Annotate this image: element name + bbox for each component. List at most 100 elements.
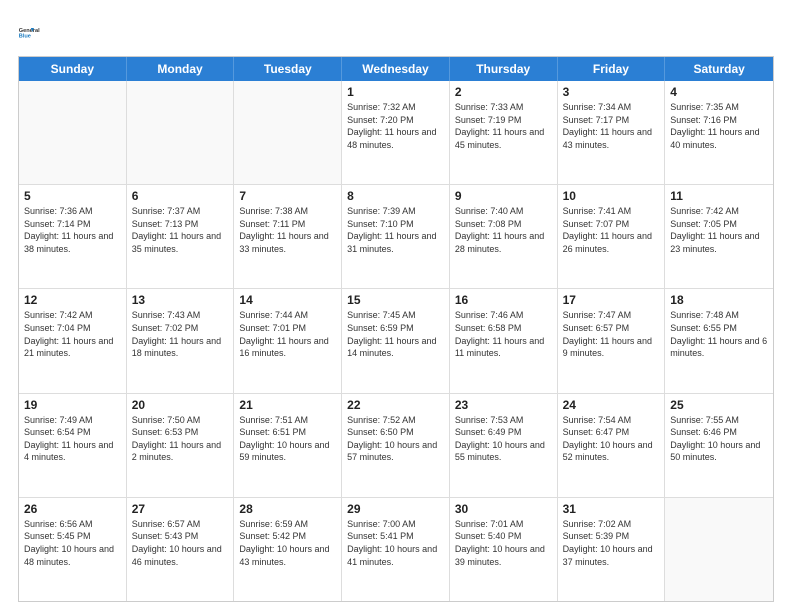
weekday-header-thursday: Thursday [450,57,558,81]
calendar-row-0: 1 Sunrise: 7:32 AM Sunset: 7:20 PM Daylig… [19,81,773,184]
day-number: 15 [347,293,444,307]
day-number: 7 [239,189,336,203]
day-cell-24: 24 Sunrise: 7:54 AM Sunset: 6:47 PM Dayli… [558,394,666,497]
weekday-header-wednesday: Wednesday [342,57,450,81]
logo-icon: General Blue [18,18,46,46]
day-number: 14 [239,293,336,307]
page: General Blue SundayMondayTuesdayWednesda… [0,0,792,612]
day-cell-25: 25 Sunrise: 7:55 AM Sunset: 6:46 PM Dayli… [665,394,773,497]
day-number: 18 [670,293,768,307]
day-info: Sunrise: 7:39 AM Sunset: 7:10 PM Dayligh… [347,205,444,255]
day-cell-1: 1 Sunrise: 7:32 AM Sunset: 7:20 PM Daylig… [342,81,450,184]
day-info: Sunrise: 7:55 AM Sunset: 6:46 PM Dayligh… [670,414,768,464]
day-info: Sunrise: 6:56 AM Sunset: 5:45 PM Dayligh… [24,518,121,568]
day-number: 22 [347,398,444,412]
empty-cell-0-0 [19,81,127,184]
day-number: 19 [24,398,121,412]
day-info: Sunrise: 7:47 AM Sunset: 6:57 PM Dayligh… [563,309,660,359]
day-number: 25 [670,398,768,412]
day-number: 30 [455,502,552,516]
day-info: Sunrise: 7:40 AM Sunset: 7:08 PM Dayligh… [455,205,552,255]
day-info: Sunrise: 7:45 AM Sunset: 6:59 PM Dayligh… [347,309,444,359]
day-cell-8: 8 Sunrise: 7:39 AM Sunset: 7:10 PM Daylig… [342,185,450,288]
day-cell-29: 29Sunrise: 7:00 AM Sunset: 5:41 PM Dayli… [342,498,450,601]
day-number: 9 [455,189,552,203]
day-number: 6 [132,189,229,203]
weekday-header-sunday: Sunday [19,57,127,81]
day-info: Sunrise: 7:33 AM Sunset: 7:19 PM Dayligh… [455,101,552,151]
weekday-header-tuesday: Tuesday [234,57,342,81]
day-cell-4: 4 Sunrise: 7:35 AM Sunset: 7:16 PM Daylig… [665,81,773,184]
calendar-header: SundayMondayTuesdayWednesdayThursdayFrid… [19,57,773,81]
svg-text:Blue: Blue [19,34,31,40]
day-info: Sunrise: 7:49 AM Sunset: 6:54 PM Dayligh… [24,414,121,464]
day-info: Sunrise: 7:52 AM Sunset: 6:50 PM Dayligh… [347,414,444,464]
day-info: Sunrise: 6:57 AM Sunset: 5:43 PM Dayligh… [132,518,229,568]
day-number: 1 [347,85,444,99]
day-cell-23: 23 Sunrise: 7:53 AM Sunset: 6:49 PM Dayli… [450,394,558,497]
day-cell-14: 14 Sunrise: 7:44 AM Sunset: 7:01 PM Dayli… [234,289,342,392]
day-cell-11: 11 Sunrise: 7:42 AM Sunset: 7:05 PM Dayli… [665,185,773,288]
empty-cell-0-1 [127,81,235,184]
day-number: 8 [347,189,444,203]
day-cell-12: 12Sunrise: 7:42 AM Sunset: 7:04 PM Dayli… [19,289,127,392]
day-info: Sunrise: 7:01 AM Sunset: 5:40 PM Dayligh… [455,518,552,568]
calendar-row-2: 12Sunrise: 7:42 AM Sunset: 7:04 PM Dayli… [19,288,773,392]
day-info: Sunrise: 6:59 AM Sunset: 5:42 PM Dayligh… [239,518,336,568]
weekday-header-monday: Monday [127,57,235,81]
day-number: 26 [24,502,121,516]
day-number: 16 [455,293,552,307]
day-number: 3 [563,85,660,99]
day-cell-16: 16 Sunrise: 7:46 AM Sunset: 6:58 PM Dayli… [450,289,558,392]
day-info: Sunrise: 7:32 AM Sunset: 7:20 PM Dayligh… [347,101,444,151]
day-info: Sunrise: 7:48 AM Sunset: 6:55 PM Dayligh… [670,309,768,359]
day-cell-21: 21Sunrise: 7:51 AM Sunset: 6:51 PM Dayli… [234,394,342,497]
empty-cell-0-2 [234,81,342,184]
day-info: Sunrise: 7:53 AM Sunset: 6:49 PM Dayligh… [455,414,552,464]
day-number: 5 [24,189,121,203]
day-info: Sunrise: 7:41 AM Sunset: 7:07 PM Dayligh… [563,205,660,255]
logo: General Blue [18,18,46,46]
day-number: 17 [563,293,660,307]
day-number: 24 [563,398,660,412]
day-number: 12 [24,293,121,307]
weekday-header-friday: Friday [558,57,666,81]
day-number: 2 [455,85,552,99]
day-number: 20 [132,398,229,412]
calendar-body: 1 Sunrise: 7:32 AM Sunset: 7:20 PM Daylig… [19,81,773,601]
day-number: 21 [239,398,336,412]
day-cell-30: 30 Sunrise: 7:01 AM Sunset: 5:40 PM Dayli… [450,498,558,601]
day-number: 23 [455,398,552,412]
day-cell-18: 18 Sunrise: 7:48 AM Sunset: 6:55 PM Dayli… [665,289,773,392]
day-info: Sunrise: 7:37 AM Sunset: 7:13 PM Dayligh… [132,205,229,255]
day-cell-17: 17 Sunrise: 7:47 AM Sunset: 6:57 PM Dayli… [558,289,666,392]
day-cell-22: 22 Sunrise: 7:52 AM Sunset: 6:50 PM Dayli… [342,394,450,497]
day-cell-10: 10Sunrise: 7:41 AM Sunset: 7:07 PM Dayli… [558,185,666,288]
day-cell-6: 6 Sunrise: 7:37 AM Sunset: 7:13 PM Daylig… [127,185,235,288]
day-info: Sunrise: 7:54 AM Sunset: 6:47 PM Dayligh… [563,414,660,464]
day-info: Sunrise: 7:35 AM Sunset: 7:16 PM Dayligh… [670,101,768,151]
day-cell-2: 2 Sunrise: 7:33 AM Sunset: 7:19 PM Daylig… [450,81,558,184]
day-info: Sunrise: 7:42 AM Sunset: 7:05 PM Dayligh… [670,205,768,255]
day-number: 31 [563,502,660,516]
day-cell-13: 13Sunrise: 7:43 AM Sunset: 7:02 PM Dayli… [127,289,235,392]
day-info: Sunrise: 7:02 AM Sunset: 5:39 PM Dayligh… [563,518,660,568]
day-number: 4 [670,85,768,99]
day-info: Sunrise: 7:38 AM Sunset: 7:11 PM Dayligh… [239,205,336,255]
day-cell-27: 27Sunrise: 6:57 AM Sunset: 5:43 PM Dayli… [127,498,235,601]
day-cell-26: 26 Sunrise: 6:56 AM Sunset: 5:45 PM Dayli… [19,498,127,601]
day-cell-15: 15 Sunrise: 7:45 AM Sunset: 6:59 PM Dayli… [342,289,450,392]
svg-text:General: General [19,28,40,34]
day-number: 11 [670,189,768,203]
day-info: Sunrise: 7:44 AM Sunset: 7:01 PM Dayligh… [239,309,336,359]
day-info: Sunrise: 7:34 AM Sunset: 7:17 PM Dayligh… [563,101,660,151]
day-cell-31: 31 Sunrise: 7:02 AM Sunset: 5:39 PM Dayli… [558,498,666,601]
day-cell-9: 9 Sunrise: 7:40 AM Sunset: 7:08 PM Daylig… [450,185,558,288]
day-info: Sunrise: 7:43 AM Sunset: 7:02 PM Dayligh… [132,309,229,359]
day-info: Sunrise: 7:00 AM Sunset: 5:41 PM Dayligh… [347,518,444,568]
day-cell-20: 20Sunrise: 7:50 AM Sunset: 6:53 PM Dayli… [127,394,235,497]
day-info: Sunrise: 7:46 AM Sunset: 6:58 PM Dayligh… [455,309,552,359]
weekday-header-saturday: Saturday [665,57,773,81]
calendar-row-4: 26 Sunrise: 6:56 AM Sunset: 5:45 PM Dayli… [19,497,773,601]
day-cell-7: 7 Sunrise: 7:38 AM Sunset: 7:11 PM Daylig… [234,185,342,288]
